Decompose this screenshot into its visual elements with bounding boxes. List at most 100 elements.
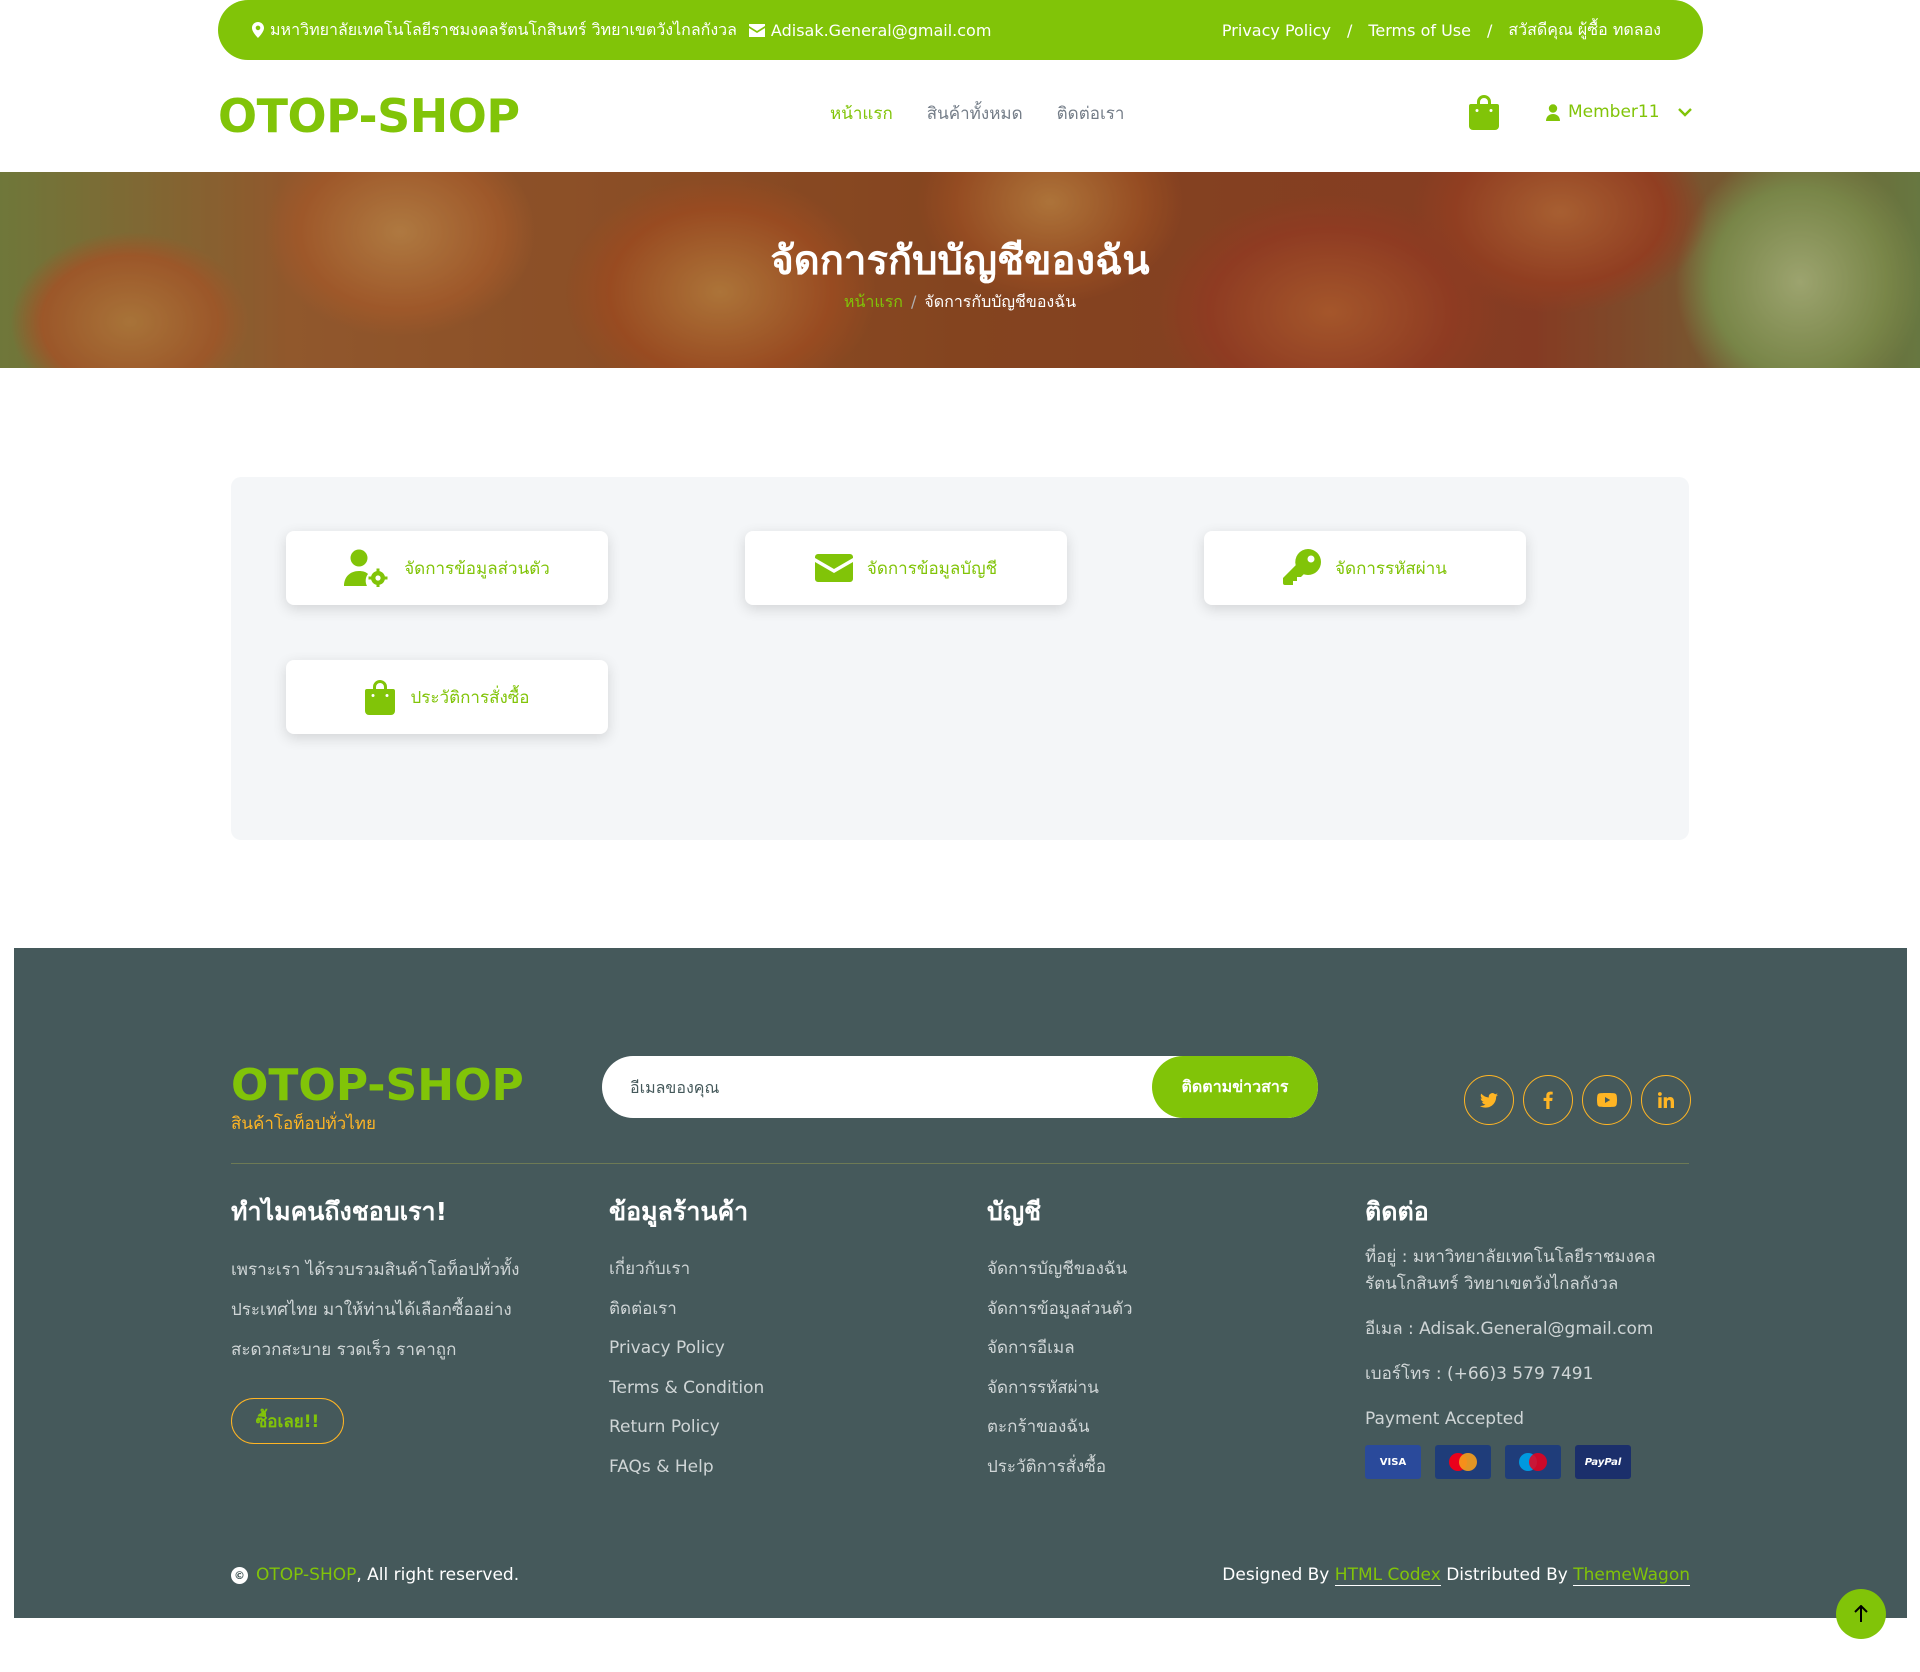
distributor-link[interactable]: ThemeWagon xyxy=(1573,1565,1690,1586)
breadcrumb-home[interactable]: หน้าแรก xyxy=(844,292,903,311)
visa-card: VISA xyxy=(1365,1445,1421,1479)
mastercard-icon xyxy=(1449,1453,1477,1471)
copyright-icon: © xyxy=(231,1566,248,1584)
footer-link-profile[interactable]: จัดการข้อมูลส่วนตัว xyxy=(987,1290,1133,1330)
footer-link-faqs[interactable]: FAQs & Help xyxy=(609,1448,764,1488)
footer-link-order-history[interactable]: ประวัติการสั่งซื้อ xyxy=(987,1448,1133,1488)
credits: Designed By HTML Codex Distributed By Th… xyxy=(1222,1565,1690,1586)
separator: / xyxy=(1486,20,1493,40)
facebook-button[interactable] xyxy=(1523,1075,1573,1125)
youtube-button[interactable] xyxy=(1582,1075,1632,1125)
page-header-banner: จัดการกับบัญชีของฉัน หน้าแรก / จัดการกับบั… xyxy=(0,172,1920,368)
account-menu-panel: จัดการข้อมูลส่วนตัว จัดการข้อมูลบัญชี จั… xyxy=(231,477,1689,840)
contact-phone: เบอร์โทร : (+66)3 579 7491 xyxy=(1365,1364,1594,1384)
topbar-email-link[interactable]: Adisak.General@gmail.com xyxy=(771,21,992,40)
twitter-icon xyxy=(1480,1092,1498,1108)
user-gear-icon xyxy=(344,549,388,587)
envelope-icon xyxy=(748,23,765,37)
manage-profile-label: จัดการข้อมูลส่วนตัว xyxy=(404,558,550,579)
manage-password-button[interactable]: จัดการรหัสผ่าน xyxy=(1204,531,1526,605)
newsletter-form: ติดตามข่าวสาร xyxy=(602,1056,1318,1118)
separator: / xyxy=(1346,20,1353,40)
navbar: OTOP-SHOP หน้าแรก สินค้าทั้งหมด ติดต่อเร… xyxy=(218,60,1703,172)
nav-contact[interactable]: ติดต่อเรา xyxy=(1057,100,1125,127)
footer-contact-column: ติดต่อ ที่อยู่ : มหาวิทยาลัยเทคโนโลยีราช… xyxy=(1365,1192,1685,1479)
buy-now-button[interactable]: ซื้อเลย!! xyxy=(231,1398,344,1444)
footer-account-column: บัญชี จัดการบัญชีของฉัน จัดการข้อมูลส่วน… xyxy=(987,1192,1133,1487)
footer-link-return[interactable]: Return Policy xyxy=(609,1408,764,1448)
payment-methods: VISA PayPal xyxy=(1365,1445,1685,1479)
order-history-button[interactable]: ประวัติการสั่งซื้อ xyxy=(286,660,608,734)
footer-link-email[interactable]: จัดการอีเมล xyxy=(987,1329,1133,1369)
greeting-link[interactable]: สวัสดีคุณ ผู้ซื้อ ทดลอง xyxy=(1508,18,1661,43)
nav-all-products[interactable]: สินค้าทั้งหมด xyxy=(927,100,1023,127)
footer-link-contact[interactable]: ติดต่อเรา xyxy=(609,1290,764,1330)
manage-profile-button[interactable]: จัดการข้อมูลส่วนตัว xyxy=(286,531,608,605)
facebook-icon xyxy=(1543,1091,1553,1109)
topbar-links: Privacy Policy / Terms of Use / สวัสดีคุ… xyxy=(1222,18,1661,43)
shopping-bag-icon xyxy=(365,680,396,715)
mastercard-card xyxy=(1435,1445,1491,1479)
subscribe-button[interactable]: ติดตามข่าวสาร xyxy=(1152,1056,1318,1118)
member-name: Member11 xyxy=(1568,102,1660,122)
designed-by-label: Designed By xyxy=(1222,1565,1330,1585)
back-to-top-button[interactable] xyxy=(1836,1589,1886,1639)
payment-label: Payment Accepted xyxy=(1365,1409,1525,1429)
manage-password-label: จัดการรหัสผ่าน xyxy=(1335,558,1447,579)
breadcrumb-separator: / xyxy=(910,292,917,311)
newsletter-email-input[interactable] xyxy=(630,1056,1130,1118)
cart-button[interactable] xyxy=(1468,94,1500,134)
shopping-bag-icon xyxy=(1469,95,1499,130)
nav-links: หน้าแรก สินค้าทั้งหมด ติดต่อเรา xyxy=(830,100,1124,127)
footer-brand-logo[interactable]: OTOP-SHOP xyxy=(231,1060,524,1111)
contact-heading: ติดต่อ xyxy=(1365,1197,1429,1226)
contact-address: ที่อยู่ : มหาวิทยาลัยเทคโนโลยีราชมงคล รั… xyxy=(1365,1247,1656,1294)
designer-link[interactable]: HTML Codex xyxy=(1334,1565,1441,1586)
key-icon xyxy=(1283,549,1322,585)
brand-logo[interactable]: OTOP-SHOP xyxy=(218,89,520,143)
why-text-line: สะดวกสะบาย รวดเร็ว ราคาถูก xyxy=(231,1340,457,1360)
footer-link-my-account[interactable]: จัดการบัญชีของฉัน xyxy=(987,1250,1133,1290)
linkedin-button[interactable] xyxy=(1641,1075,1691,1125)
nav-home[interactable]: หน้าแรก xyxy=(830,100,893,127)
order-history-label: ประวัติการสั่งซื้อ xyxy=(410,687,530,708)
contact-email: อีเมล : Adisak.General@gmail.com xyxy=(1365,1319,1654,1339)
copyright: © OTOP-SHOP, All right reserved. xyxy=(231,1565,519,1585)
footer-divider xyxy=(231,1163,1689,1164)
breadcrumb: หน้าแรก / จัดการกับบัญชีของฉัน xyxy=(0,290,1920,315)
privacy-policy-link[interactable]: Privacy Policy xyxy=(1222,21,1331,40)
footer-link-cart[interactable]: ตะกร้าของฉัน xyxy=(987,1408,1133,1448)
paypal-card: PayPal xyxy=(1575,1445,1631,1479)
footer-link-about[interactable]: เกี่ยวกับเรา xyxy=(609,1250,764,1290)
user-icon xyxy=(1546,103,1560,121)
footer-link-privacy[interactable]: Privacy Policy xyxy=(609,1329,764,1369)
linkedin-icon xyxy=(1658,1092,1674,1108)
why-text-line: เพราะเรา ได้รวบรวมสินค้าโอท็อปทั่วทั้ง xyxy=(231,1260,520,1280)
manage-account-button[interactable]: จัดการข้อมูลบัญชี xyxy=(745,531,1067,605)
maestro-card xyxy=(1505,1445,1561,1479)
map-marker-icon xyxy=(252,22,264,38)
arrow-up-icon xyxy=(1854,1605,1868,1622)
footer-tagline: สินค้าโอท็อปทั่วไทย xyxy=(231,1114,376,1134)
manage-account-label: จัดการข้อมูลบัญชี xyxy=(866,558,998,579)
footer-why-column: ทำไมคนถึงชอบเรา! เพราะเรา ได้รวบรวมสินค้… xyxy=(231,1192,519,1444)
terms-of-use-link[interactable]: Terms of Use xyxy=(1368,21,1471,40)
footer-shop-column: ข้อมูลร้านค้า เกี่ยวกับเรา ติดต่อเรา Pri… xyxy=(609,1192,764,1487)
footer-link-password[interactable]: จัดการรหัสผ่าน xyxy=(987,1369,1133,1409)
copyright-brand-link[interactable]: OTOP-SHOP xyxy=(256,1565,356,1585)
top-bar: มหาวิทยาลัยเทคโนโลยีราชมงคลรัตนโกสินทร์ … xyxy=(218,0,1703,60)
envelope-icon xyxy=(814,554,853,582)
topbar-contact: มหาวิทยาลัยเทคโนโลยีราชมงคลรัตนโกสินทร์ … xyxy=(252,18,991,43)
member-dropdown[interactable]: Member11 xyxy=(1546,102,1692,122)
breadcrumb-current: จัดการกับบัญชีของฉัน xyxy=(924,292,1077,311)
topbar-address: มหาวิทยาลัยเทคโนโลยีราชมงคลรัตนโกสินทร์ … xyxy=(270,19,737,39)
footer-link-terms[interactable]: Terms & Condition xyxy=(609,1369,764,1409)
youtube-icon xyxy=(1597,1093,1617,1107)
distributed-by-label: Distributed By xyxy=(1446,1565,1568,1585)
twitter-button[interactable] xyxy=(1464,1075,1514,1125)
shop-info-heading: ข้อมูลร้านค้า xyxy=(609,1197,749,1226)
why-text-line: ประเทศไทย มาให้ท่านได้เลือกซื้ออย่าง xyxy=(231,1300,512,1320)
account-heading: บัญชี xyxy=(987,1197,1042,1226)
maestro-icon xyxy=(1519,1453,1547,1471)
copyright-text: , All right reserved. xyxy=(356,1565,520,1585)
